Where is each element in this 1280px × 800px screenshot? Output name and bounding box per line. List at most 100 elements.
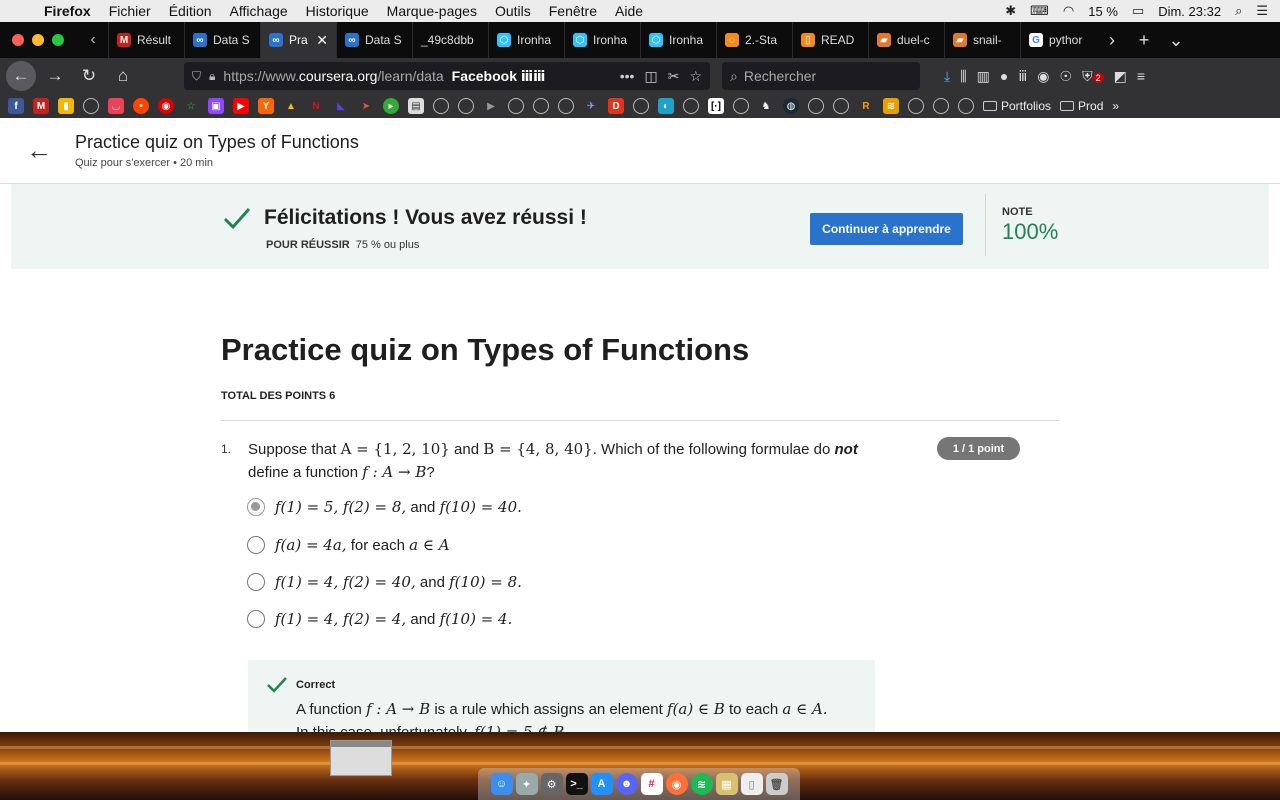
bluetooth-icon[interactable]: ✱ [1005,3,1016,19]
keep-bookmark-icon[interactable]: ▮ [58,98,74,114]
radio-button[interactable] [247,536,265,554]
search-bar[interactable]: ⌕ Rechercher [722,62,920,90]
chess-bookmark-icon[interactable]: ♞ [758,98,774,114]
globe-bookmark-icon[interactable] [458,98,474,114]
notification-center-icon[interactable]: ☰ [1256,3,1268,19]
terminal-icon[interactable]: >_ [565,773,588,795]
tabs-scroll-right-icon[interactable]: › [1096,30,1128,51]
address-bar[interactable]: ⛉ 🔒︎ https://www.coursera.org/learn/data… [184,62,710,90]
url-text[interactable]: https://www.coursera.org/learn/data [223,68,443,84]
new-tab-icon[interactable]: + [1128,30,1160,51]
battery-icon[interactable]: ▭ [1132,3,1144,19]
extension-owl-icon[interactable]: ☉ [1060,68,1073,85]
globe-bookmark-icon[interactable] [833,98,849,114]
page-actions-icon[interactable]: ••• [620,68,635,85]
play-bookmark-icon[interactable]: ▶ [483,98,499,114]
minimized-window-thumbnail[interactable] [330,740,392,776]
browser-tab[interactable]: ⬡ Ironha [640,22,716,58]
window-zoom-button[interactable] [52,34,64,46]
home-icon[interactable]: ⌂ [108,61,138,91]
r-bookmark-icon[interactable]: R [858,98,874,114]
document-icon[interactable]: ▯ [740,773,763,795]
extension-grid-icon[interactable]: ⅲ [1018,68,1027,85]
menu-historique[interactable]: Historique [297,3,378,19]
back-arrow-icon[interactable]: ← [6,61,36,91]
pocket-bookmark-icon[interactable]: ◡ [108,98,124,114]
browser-tab[interactable]: ∞ Data S [336,22,412,58]
tool-bookmark-icon[interactable]: ✈ [583,98,599,114]
browser-tab[interactable]: Gpythor [1020,22,1096,58]
facebook-bookmark-icon[interactable]: f [8,98,24,114]
preview-icon[interactable]: ▦ [715,773,738,795]
browser-tab[interactable]: ∞ Data S [184,22,260,58]
red-arrow-bookmark-icon[interactable]: ➤ [358,98,374,114]
netflix-bookmark-icon[interactable]: N [308,98,324,114]
window-close-button[interactable] [12,34,24,46]
d-bookmark-icon[interactable]: D [608,98,624,114]
browser-tab[interactable]: _49c8dbb [412,22,488,58]
forward-arrow-icon[interactable]: → [40,61,70,91]
keyboard-icon[interactable]: ⌨ [1030,3,1049,19]
wifi-icon[interactable]: ◠ [1063,3,1074,19]
facebook-container-label[interactable]: Facebook ⅲⅲ [452,68,546,85]
slack-icon[interactable]: # [640,773,663,795]
browser-tab[interactable]: ∞ Pra ✕ [260,22,336,58]
discord-icon[interactable]: ☻ [615,773,638,795]
bookmark-folder-prod[interactable]: Prod [1060,99,1103,113]
tabs-scroll-left-icon[interactable]: ‹ [78,31,108,49]
browser-tab[interactable]: ▰ duel-c [868,22,944,58]
launchpad-icon[interactable]: ✦ [515,773,538,795]
hackernews-bookmark-icon[interactable]: Y [258,98,274,114]
globe-bookmark-icon[interactable] [558,98,574,114]
radio-button[interactable] [247,573,265,591]
globe-bookmark-icon[interactable] [83,98,99,114]
trash-icon[interactable]: 🗑︎ [765,773,788,795]
finder-icon[interactable]: ☺ [490,773,513,795]
bookmarks-overflow-icon[interactable]: » [1112,99,1119,113]
stripes-bookmark-icon[interactable]: ≋ [883,98,899,114]
account-icon[interactable]: ● [1000,68,1008,84]
radio-button[interactable] [247,610,265,628]
answer-option-1[interactable]: f(1) = 5, f(2) = 8, and f(10) = 40. [247,498,522,516]
drive-bookmark-icon[interactable]: ▲ [283,98,299,114]
globe-bookmark-icon[interactable] [508,98,524,114]
extension-blue-icon[interactable]: ◩ [1114,68,1127,85]
globe-bookmark-icon[interactable] [533,98,549,114]
menu-fenetre[interactable]: Fenêtre [540,3,606,19]
spotlight-search-icon[interactable]: ⌕ [1235,3,1242,19]
globe-bookmark-icon[interactable] [433,98,449,114]
globe-bookmark-icon[interactable] [933,98,949,114]
browser-tab[interactable]: M Résult [108,22,184,58]
answer-option-3[interactable]: f(1) = 4, f(2) = 40, and f(10) = 8. [247,573,522,591]
grey-bookmark-icon[interactable]: ▤ [408,98,424,114]
reload-icon[interactable]: ↻ [74,61,104,91]
menu-fichier[interactable]: Fichier [100,3,160,19]
back-arrow-icon[interactable]: ← [22,134,56,168]
library-icon[interactable]: ⫼ [960,68,966,85]
purple-bookmark-icon[interactable]: ◣ [333,98,349,114]
star-bookmark-icon[interactable]: ☆ [183,98,199,114]
firefox-icon[interactable]: ◉ [665,773,688,795]
screenshot-icon[interactable]: ✂ [668,68,680,85]
browser-tab[interactable]: ⬡ Ironha [488,22,564,58]
menu-clock[interactable]: Dim. 23:32 [1158,4,1221,19]
open-menu-icon[interactable]: ≡ [1137,68,1145,84]
reddit-bookmark-icon[interactable]: • [133,98,149,114]
steam-bookmark-icon[interactable]: ◍ [783,98,799,114]
menu-affichage[interactable]: Affichage [221,3,297,19]
menu-edition[interactable]: Édition [160,3,221,19]
menu-marque-pages[interactable]: Marque-pages [378,3,486,19]
browser-tab[interactable]: ▯ READ [792,22,868,58]
system-preferences-icon[interactable]: ⚙ [540,773,563,795]
window-minimize-button[interactable] [32,34,44,46]
globe-bookmark-icon[interactable] [958,98,974,114]
teal-bookmark-icon[interactable]: ◐ [658,98,674,114]
sidebar-icon[interactable]: ▥ [977,68,990,85]
green-play-bookmark-icon[interactable]: ▸ [383,98,399,114]
bookmark-star-icon[interactable]: ☆ [689,68,702,85]
lock-icon[interactable]: 🔒︎ [209,69,215,84]
globe-bookmark-icon[interactable] [733,98,749,114]
menu-aide[interactable]: Aide [606,3,652,19]
browser-tab[interactable]: ◌ 2.-Sta [716,22,792,58]
browser-tab[interactable]: ▰ snail- [944,22,1020,58]
